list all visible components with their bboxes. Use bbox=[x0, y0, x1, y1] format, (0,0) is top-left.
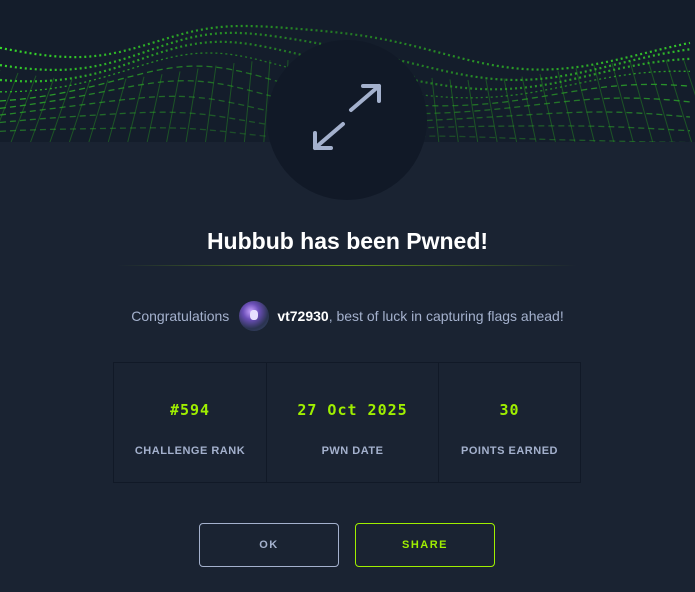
share-button[interactable]: SHARE bbox=[355, 523, 495, 567]
challenge-badge bbox=[267, 40, 427, 200]
expand-arrows-icon bbox=[313, 84, 381, 150]
stat-challenge-rank: #594 CHALLENGE RANK bbox=[114, 363, 267, 482]
stat-label: PWN DATE bbox=[321, 445, 384, 457]
congrats-prefix: Congratulations bbox=[131, 308, 230, 324]
stat-value: 30 bbox=[499, 401, 520, 419]
stat-label: POINTS EARNED bbox=[461, 445, 558, 457]
stat-pwn-date: 27 Oct 2025 PWN DATE bbox=[267, 363, 439, 482]
ok-button[interactable]: OK bbox=[199, 523, 339, 567]
page-title: Hubbub has been Pwned! bbox=[206, 228, 489, 254]
stat-value: 27 Oct 2025 bbox=[297, 401, 408, 419]
congrats-suffix: , best of luck in capturing flags ahead! bbox=[328, 308, 564, 324]
avatar bbox=[239, 301, 270, 331]
username: vt72930 bbox=[277, 308, 329, 324]
stats-panel: #594 CHALLENGE RANK 27 Oct 2025 PWN DATE… bbox=[113, 362, 581, 483]
congrats-message: Congratulations vt72930 , best of luck i… bbox=[0, 300, 695, 332]
stat-points-earned: 30 POINTS EARNED bbox=[439, 363, 580, 482]
stat-value: #594 bbox=[169, 401, 211, 419]
stat-label: CHALLENGE RANK bbox=[134, 445, 246, 457]
title-divider bbox=[117, 265, 577, 266]
